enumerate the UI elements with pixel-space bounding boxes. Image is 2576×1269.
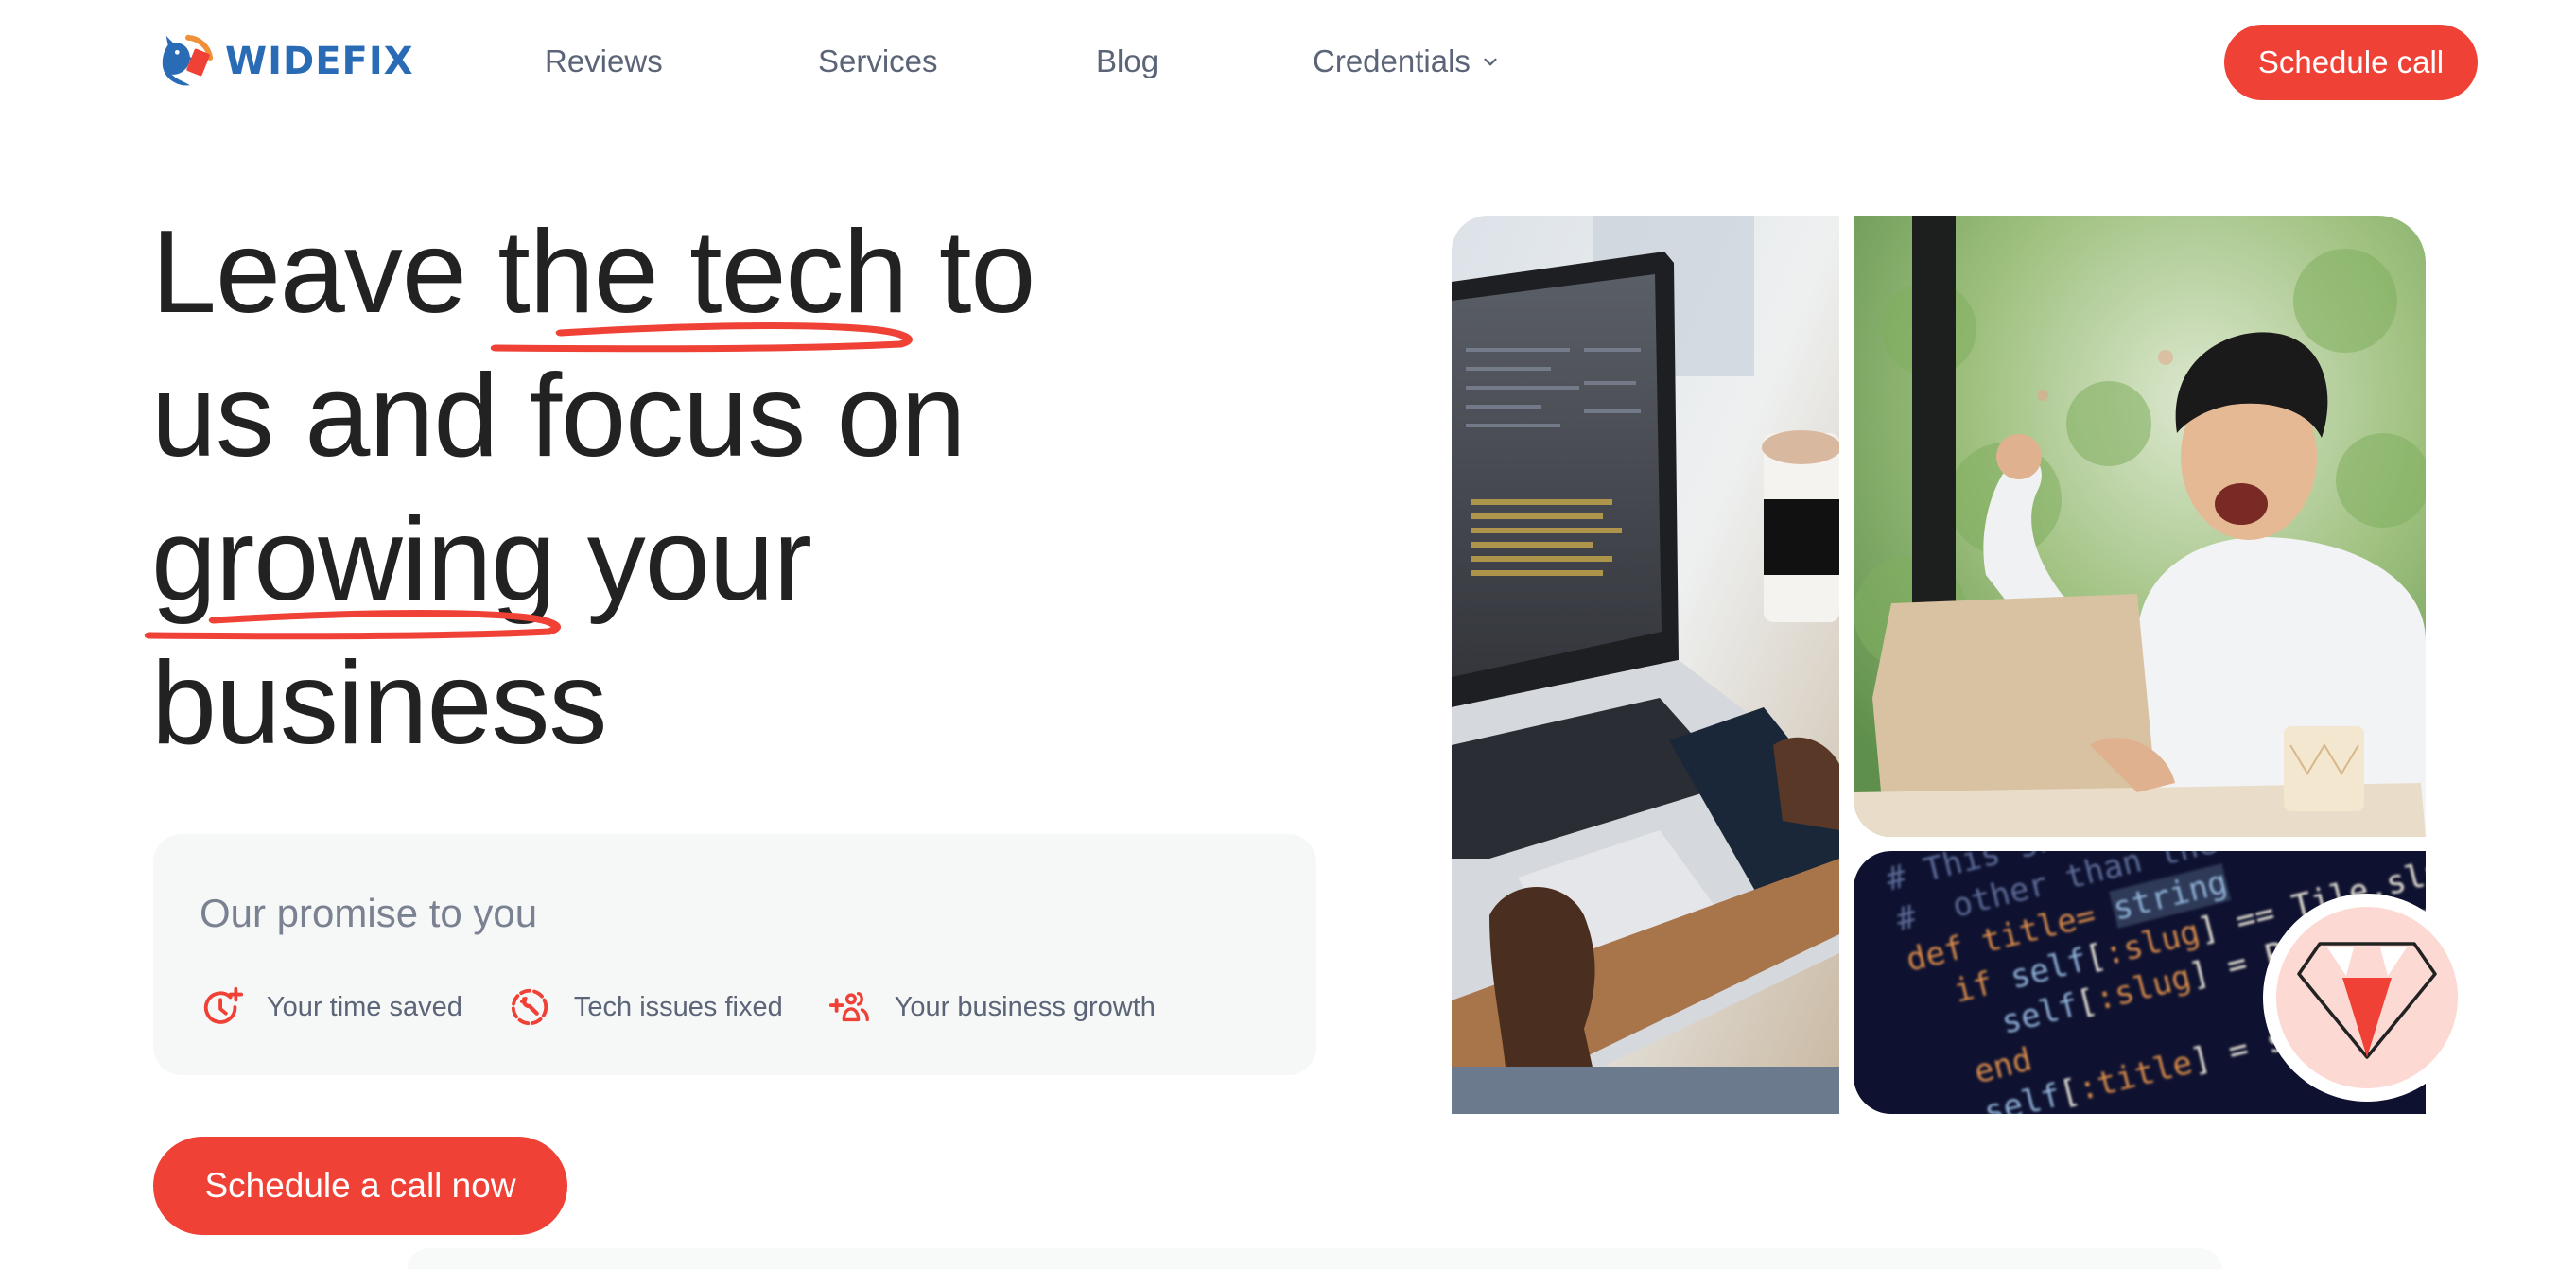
- next-section-edge: [407, 1248, 2222, 1269]
- excited-man-photo: [1854, 216, 2426, 837]
- nav-item-label: Reviews: [545, 43, 663, 78]
- laptop-coding-illustration: [1452, 216, 1839, 1114]
- headline-highlight-text: the tech: [497, 207, 908, 338]
- headline-line: Leave the tech to: [151, 200, 1381, 353]
- promise-item-tech-fixed: Tech issues fixed: [508, 985, 783, 1029]
- promise-item-label: Tech issues fixed: [573, 991, 783, 1022]
- clock-plus-icon: [203, 986, 244, 1024]
- promise-title: Our promise to you: [200, 891, 538, 935]
- chevron-down-icon: [1484, 58, 1497, 66]
- excited-man-illustration: [1854, 216, 2426, 837]
- hero-headline: Leave the tech to us and focus on growin…: [144, 200, 1381, 775]
- headline-text: Leave: [151, 207, 498, 338]
- nav-item-services[interactable]: Services: [818, 38, 938, 85]
- headline-line: growing your: [144, 488, 1381, 640]
- headline-text: your: [555, 495, 812, 625]
- headline-highlight-text: growing: [151, 495, 556, 625]
- logo-text: WIDEFIX: [225, 40, 414, 83]
- nav-item-credentials[interactable]: Credentials: [1313, 38, 1501, 85]
- schedule-call-button[interactable]: Schedule call: [2224, 25, 2478, 100]
- promise-list: Your time saved Tech issues fixed Your b…: [200, 985, 1201, 1029]
- ruby-badge-inner: [2276, 907, 2458, 1088]
- laptop-coding-photo: [1452, 216, 1839, 1114]
- promise-item-label: Your time saved: [267, 991, 462, 1022]
- schedule-call-now-button[interactable]: Schedule a call now: [153, 1137, 567, 1235]
- promise-card: Our promise to you Your time saved Tech …: [153, 834, 1316, 1075]
- nav-item-label: Credentials: [1313, 43, 1471, 78]
- headline-highlight: the tech: [491, 200, 914, 353]
- widefix-bird-logo-icon: [162, 34, 214, 86]
- headline-highlight: growing: [144, 488, 561, 640]
- headline-text: to: [907, 207, 1036, 338]
- headline-text: business: [151, 638, 607, 769]
- headline-line: business: [151, 632, 1381, 775]
- promise-item-time-saved: Your time saved: [200, 985, 462, 1029]
- ruby-gem-icon: [2297, 942, 2437, 1059]
- nav-item-blog[interactable]: Blog: [1096, 38, 1158, 85]
- nav-item-label: Services: [818, 43, 938, 78]
- nav-item-reviews[interactable]: Reviews: [545, 38, 663, 85]
- wrench-circle-icon: [511, 988, 548, 1026]
- headline-line: us and focus on: [151, 344, 1381, 488]
- user-group-plus-icon: [828, 991, 869, 1022]
- promise-item-business-growth: Your business growth: [828, 985, 1156, 1029]
- headline-text: us and focus on: [151, 351, 966, 481]
- ruby-badge: [2263, 894, 2471, 1102]
- promise-item-label: Your business growth: [894, 991, 1156, 1022]
- logo-link[interactable]: WIDEFIX: [157, 32, 414, 91]
- nav-item-label: Blog: [1096, 43, 1159, 78]
